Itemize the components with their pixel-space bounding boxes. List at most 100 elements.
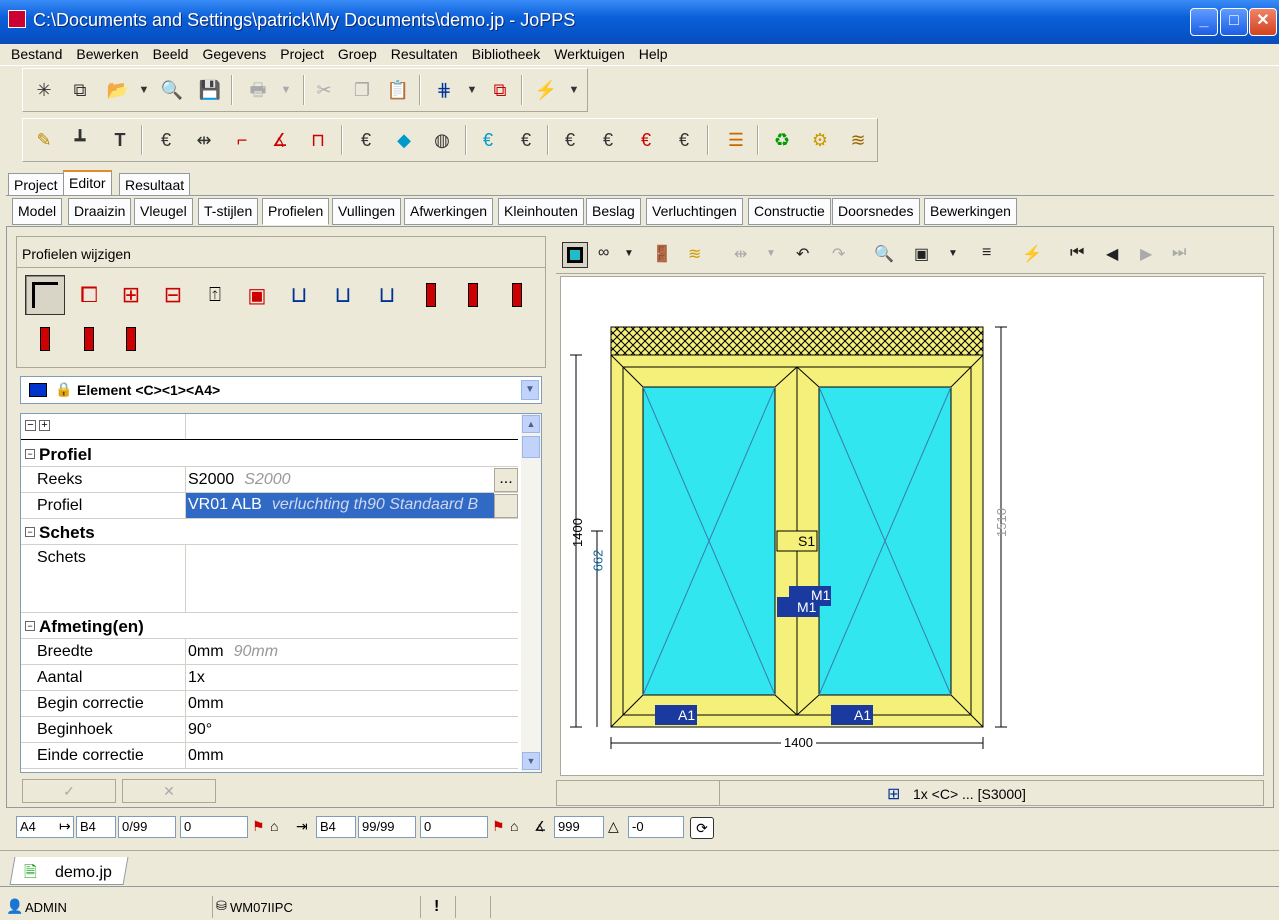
tool-euro-percent-icon[interactable]: € bbox=[557, 127, 583, 153]
windows-icon[interactable]: ⧉ bbox=[487, 77, 513, 103]
cancel-button[interactable]: ✕ bbox=[122, 779, 216, 803]
tool-glasses-icon[interactable]: ◍ bbox=[429, 127, 455, 153]
glasses-dropdown-icon[interactable]: ▼ bbox=[624, 248, 634, 259]
tool-measure-icon[interactable]: ⇹ bbox=[191, 127, 217, 153]
profile-frame-remove-button[interactable]: ⊟ bbox=[153, 275, 193, 315]
undo-icon[interactable]: ↶ bbox=[796, 244, 809, 264]
chevron-down-icon[interactable]: ▼ bbox=[521, 380, 539, 400]
frame-view-dropdown-icon[interactable]: ▼ bbox=[948, 248, 958, 259]
prev-icon[interactable]: ◀ bbox=[1106, 244, 1118, 264]
tab-resultaat[interactable]: Resultaat bbox=[119, 173, 191, 196]
print-icon[interactable]: 🖶 bbox=[245, 77, 271, 103]
profile-double-select-button[interactable] bbox=[25, 319, 65, 359]
frame-view-icon[interactable]: ▣ bbox=[914, 244, 929, 264]
subtab-verluchtingen[interactable]: Verluchtingen bbox=[646, 198, 743, 225]
confirm-button[interactable]: ✓ bbox=[22, 779, 116, 803]
element-select[interactable]: 🔒 Element <C><1><A4> ▼ bbox=[20, 376, 542, 404]
refresh-icon[interactable]: ⟳ bbox=[690, 817, 714, 839]
collapse-icon[interactable]: − bbox=[25, 527, 35, 537]
doc-tab-label[interactable]: demo.jp bbox=[55, 864, 112, 882]
copy-icon[interactable]: ❐ bbox=[349, 77, 375, 103]
angle-field[interactable]: 999 bbox=[554, 816, 604, 838]
tool-spring-icon[interactable]: ≋ bbox=[845, 127, 871, 153]
scroll-thumb[interactable] bbox=[522, 436, 540, 458]
maximize-button[interactable]: □ bbox=[1220, 8, 1248, 36]
tab-project[interactable]: Project bbox=[8, 173, 64, 196]
section-afmeting[interactable]: Afmeting(en) − bbox=[21, 613, 518, 639]
menu-beeld[interactable]: Beeld bbox=[146, 44, 196, 64]
menu-help[interactable]: Help bbox=[632, 44, 675, 64]
lock-icon[interactable]: ⌂ bbox=[510, 818, 518, 834]
position-field-7[interactable]: 0 bbox=[420, 816, 488, 838]
tool-ladder-icon[interactable]: ☰ bbox=[723, 127, 749, 153]
calculate-icon[interactable]: ⚡ bbox=[533, 77, 559, 103]
tool-pencil-icon[interactable]: ✎ bbox=[31, 127, 57, 153]
profiel-value-field[interactable]: VR01 ALB verluchting th90 Standaard B bbox=[186, 493, 494, 518]
paste-icon[interactable]: 📋 bbox=[385, 77, 411, 103]
tool-gear-icon[interactable]: ⚙ bbox=[807, 127, 833, 153]
scroll-down-icon[interactable]: ▼ bbox=[522, 752, 540, 770]
profile-sash-select-button[interactable]: ⍐ bbox=[195, 275, 235, 315]
flag-icon[interactable]: ⚑ bbox=[492, 818, 505, 835]
tag-s1[interactable]: S1 bbox=[798, 533, 815, 549]
open-dropdown-icon[interactable]: ▼ bbox=[131, 77, 157, 103]
profile-bottom-add-button[interactable]: ⊔ bbox=[323, 275, 363, 315]
tool-t-icon[interactable]: T bbox=[107, 127, 133, 153]
profile-mullion-select-button[interactable] bbox=[411, 275, 451, 315]
subtab-beslag[interactable]: Beslag bbox=[586, 198, 641, 225]
cut-icon[interactable]: ✂ bbox=[311, 77, 337, 103]
profile-double-add-button[interactable] bbox=[69, 319, 109, 359]
subtab-kleinhouten[interactable]: Kleinhouten bbox=[498, 198, 584, 225]
last-icon[interactable]: ⏭ bbox=[1172, 244, 1186, 262]
collapse-icon[interactable]: − bbox=[25, 449, 35, 459]
profile-mullion-add-button[interactable] bbox=[453, 275, 493, 315]
menu-bestand[interactable]: Bestand bbox=[4, 44, 69, 64]
dimension-icon[interactable]: ⇹ bbox=[734, 244, 747, 264]
subtab-profielen[interactable]: Profielen bbox=[262, 198, 330, 225]
tab-editor[interactable]: Editor bbox=[63, 170, 112, 196]
row-begin-correctie[interactable]: Begin correctie 0mm bbox=[21, 691, 518, 717]
tool-euro-profile-icon[interactable]: € bbox=[153, 127, 179, 153]
tool-profile-icon[interactable]: ┻ bbox=[67, 127, 93, 153]
dimension-dropdown-icon[interactable]: ▼ bbox=[766, 248, 776, 259]
tag-a1-right[interactable]: A1 bbox=[854, 707, 871, 723]
door-icon[interactable]: 🚪 bbox=[652, 244, 672, 264]
layers-icon[interactable]: ≋ bbox=[688, 244, 701, 264]
tool-euro-hardware-icon[interactable]: € bbox=[513, 127, 539, 153]
row-beginhoek[interactable]: Beginhoek 90° bbox=[21, 717, 518, 743]
select-dropdown-icon[interactable]: ▼ bbox=[459, 77, 485, 103]
position-field-6[interactable]: 99/99 bbox=[358, 816, 416, 838]
subtab-bewerkingen[interactable]: Bewerkingen bbox=[924, 198, 1017, 225]
menu-gegevens[interactable]: Gegevens bbox=[195, 44, 273, 64]
profile-select-button[interactable] bbox=[25, 275, 65, 315]
subtab-draaizin[interactable]: Draaizin bbox=[68, 198, 132, 225]
expand-all-icon[interactable]: + bbox=[39, 420, 50, 431]
print-preview-icon[interactable]: 🔍 bbox=[159, 77, 185, 103]
glasses-icon[interactable]: ∞ bbox=[598, 244, 609, 262]
lock-icon[interactable]: ⌂ bbox=[270, 818, 278, 834]
subtab-model[interactable]: Model bbox=[12, 198, 63, 225]
scroll-up-icon[interactable]: ▲ bbox=[522, 415, 540, 433]
row-breedte[interactable]: Breedte 0mm 90mm bbox=[21, 639, 518, 665]
flag-icon[interactable]: ⚑ bbox=[252, 818, 265, 835]
tool-angle-icon[interactable]: ∡ bbox=[267, 127, 293, 153]
profile-glazing-select-button[interactable]: ▣ bbox=[237, 275, 277, 315]
collapse-all-icon[interactable]: − bbox=[25, 420, 36, 431]
tool-euro-glass-icon[interactable]: € bbox=[475, 127, 501, 153]
row-profiel[interactable]: Profiel VR01 ALB verluchting th90 Standaar… bbox=[21, 493, 518, 519]
tool-section-icon[interactable]: ⊓ bbox=[305, 127, 331, 153]
profile-frame-select-button[interactable]: ⧠ bbox=[69, 275, 109, 315]
profile-frame-add-button[interactable]: ⊞ bbox=[111, 275, 151, 315]
vent-grille[interactable] bbox=[610, 326, 984, 356]
app-icon[interactable] bbox=[8, 10, 26, 28]
tool-cube-icon[interactable]: ◆ bbox=[391, 127, 417, 153]
first-icon[interactable]: ⏮ bbox=[1070, 244, 1084, 262]
minimize-button[interactable]: _ bbox=[1190, 8, 1218, 36]
position-field-2[interactable]: B4 bbox=[76, 816, 116, 838]
new-icon[interactable]: ✳ bbox=[31, 77, 57, 103]
print-dropdown-icon[interactable]: ▼ bbox=[273, 77, 299, 103]
close-button[interactable]: ✕ bbox=[1249, 8, 1277, 36]
tool-corner-icon[interactable]: ⌐ bbox=[229, 127, 255, 153]
next-icon[interactable]: ▶ bbox=[1140, 244, 1152, 264]
select-all-icon[interactable]: ⋕ bbox=[431, 77, 457, 103]
